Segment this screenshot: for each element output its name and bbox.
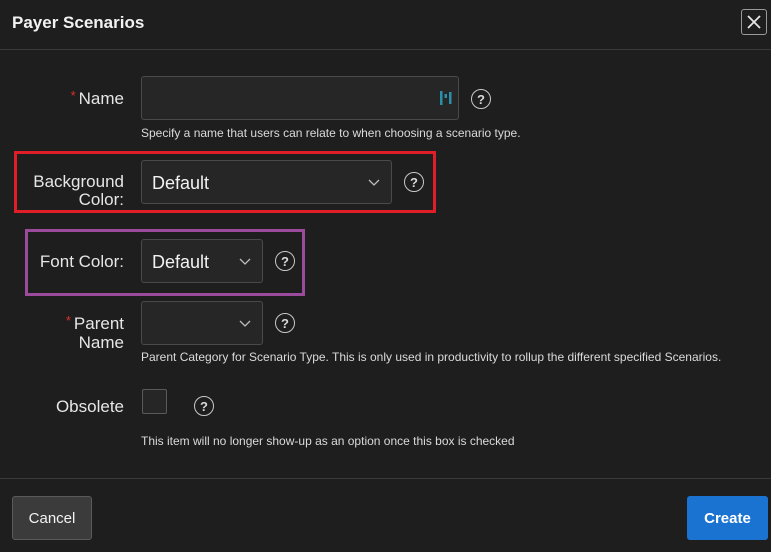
chevron-down-icon bbox=[368, 179, 380, 186]
name-label-text: Name bbox=[78, 89, 124, 108]
background-color-help-icon[interactable]: ? bbox=[404, 172, 424, 192]
background-color-label: Background Color: bbox=[20, 173, 124, 209]
field-assist-icon[interactable] bbox=[439, 90, 453, 106]
parent-name-label-line1: Parent bbox=[73, 314, 124, 333]
parent-name-help-icon[interactable]: ? bbox=[275, 313, 295, 333]
parent-name-label-line2: Name bbox=[78, 333, 124, 352]
name-hint: Specify a name that users can relate to … bbox=[141, 126, 521, 140]
background-color-select[interactable]: Default bbox=[141, 160, 392, 204]
close-button[interactable] bbox=[741, 9, 767, 35]
font-color-label: Font Color: bbox=[39, 252, 124, 271]
font-color-value: Default bbox=[152, 252, 210, 272]
obsolete-hint: This item will no longer show-up as an o… bbox=[141, 434, 515, 448]
font-color-help-icon[interactable]: ? bbox=[275, 251, 295, 271]
payer-scenarios-dialog: Payer Scenarios * Name ? Specify a name t… bbox=[0, 0, 771, 552]
cancel-button[interactable]: Cancel bbox=[12, 496, 92, 540]
name-help-icon[interactable]: ? bbox=[471, 89, 491, 109]
parent-name-label: * Parent Name bbox=[56, 313, 124, 352]
parent-name-select[interactable] bbox=[141, 301, 263, 345]
required-marker: * bbox=[65, 313, 71, 328]
obsolete-label: Obsolete bbox=[55, 397, 124, 416]
dialog-title: Payer Scenarios bbox=[12, 13, 145, 32]
obsolete-help-icon[interactable]: ? bbox=[194, 396, 214, 416]
obsolete-checkbox[interactable] bbox=[142, 389, 167, 414]
chevron-down-icon bbox=[239, 320, 251, 327]
background-color-label-line1: Background bbox=[33, 172, 124, 191]
font-color-select[interactable]: Default bbox=[141, 239, 263, 283]
background-color-label-line2: Color: bbox=[78, 190, 124, 209]
chevron-down-icon bbox=[239, 258, 251, 265]
dialog-footer: Cancel Create bbox=[0, 478, 771, 552]
name-input[interactable] bbox=[141, 76, 459, 120]
dialog-header: Payer Scenarios bbox=[0, 0, 771, 50]
close-icon bbox=[747, 15, 761, 29]
background-color-value: Default bbox=[152, 173, 210, 193]
create-button[interactable]: Create bbox=[687, 496, 768, 540]
parent-name-hint: Parent Category for Scenario Type. This … bbox=[141, 350, 722, 364]
required-marker: * bbox=[70, 88, 76, 103]
name-label: * Name bbox=[62, 88, 124, 109]
